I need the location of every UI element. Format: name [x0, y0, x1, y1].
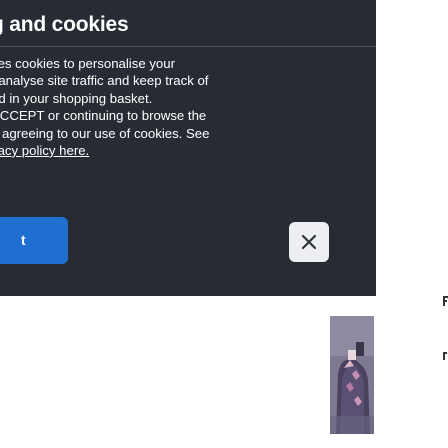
close-icon [301, 234, 317, 250]
banner-title: g and cookies [0, 13, 129, 36]
banner-body-line: ed in your shopping basket. [0, 90, 153, 106]
page: g and cookies ses cookies to personalise… [0, 0, 448, 448]
banner-body-line: ses cookies to personalise your [0, 56, 175, 71]
banner-divider [0, 46, 376, 47]
close-banner-button[interactable] [289, 222, 329, 262]
banner-body-line: , analyse site traffic and keep track of [0, 73, 209, 89]
banner-body: ses cookies to personalise your , analys… [0, 55, 361, 159]
banner-body-line: vacy policy here. [0, 142, 361, 159]
banner-body-line: e agreeing to our use of cookies. See [0, 125, 210, 141]
product-thumbnail[interactable] [330, 316, 374, 434]
product-image [330, 316, 374, 434]
cookie-consent-banner: g and cookies ses cookies to personalise… [0, 0, 376, 296]
banner-body-line: ACCEPT or continuing to browse the [0, 108, 207, 124]
accept-cookies-button[interactable]: t [0, 217, 68, 264]
privacy-policy-link[interactable]: vacy policy here. [0, 143, 89, 158]
partially-visible-text [443, 296, 448, 360]
